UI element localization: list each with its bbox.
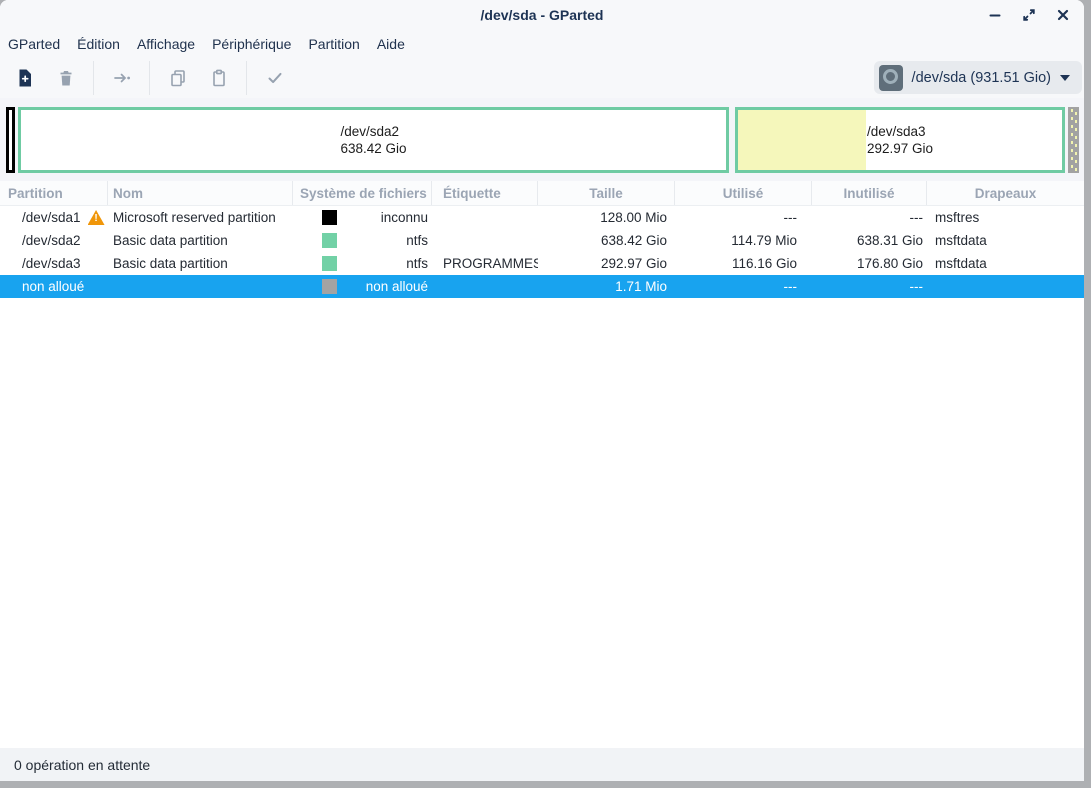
delete-partition-button[interactable] bbox=[45, 61, 86, 95]
chevron-down-icon bbox=[1060, 75, 1070, 81]
utilise-value: 114.79 Mio bbox=[675, 229, 812, 252]
table-row-sda3[interactable]: /dev/sda3 Basic data partition ntfs PROG… bbox=[0, 252, 1084, 275]
window-controls bbox=[986, 0, 1072, 30]
utilise-value: --- bbox=[675, 275, 812, 298]
filesystem-color-swatch bbox=[322, 279, 337, 294]
menu-affichage[interactable]: Affichage bbox=[129, 33, 203, 55]
menu-aide[interactable]: Aide bbox=[369, 33, 413, 55]
new-partition-icon bbox=[15, 68, 35, 88]
partition-label: Basic data partition bbox=[108, 233, 293, 248]
paste-icon bbox=[209, 68, 229, 88]
copy-icon bbox=[168, 68, 188, 88]
restore-button[interactable] bbox=[1020, 6, 1038, 24]
disk-visual-bar: /dev/sda2 638.42 Gio /dev/sda3 292.97 Gi… bbox=[0, 98, 1084, 181]
toolbar-separator bbox=[246, 61, 247, 95]
inutilise-value: 176.80 Gio bbox=[812, 252, 927, 275]
partition-label: Microsoft reserved partition bbox=[108, 210, 293, 225]
menubar: GParted Édition Affichage Périphérique P… bbox=[0, 30, 1084, 58]
partition-name: /dev/sda1 bbox=[22, 210, 81, 225]
column-header-partition[interactable]: Partition bbox=[0, 181, 108, 205]
partition-label: Basic data partition bbox=[108, 256, 293, 271]
menu-partition[interactable]: Partition bbox=[300, 33, 367, 55]
filesystem-color-swatch bbox=[322, 256, 337, 271]
partition-name: non alloué bbox=[22, 279, 84, 294]
filesystem-name: ntfs bbox=[337, 233, 428, 248]
disk-segment-label: /dev/sda3 292.97 Gio bbox=[867, 123, 933, 157]
warning-icon bbox=[88, 210, 105, 225]
column-header-filesystem[interactable]: Système de fichiers bbox=[293, 181, 432, 205]
disk-segment-sda3[interactable]: /dev/sda3 292.97 Gio bbox=[735, 107, 1065, 173]
menu-edition[interactable]: Édition bbox=[69, 33, 128, 55]
paste-partition-button[interactable] bbox=[198, 61, 239, 95]
column-header-utilise[interactable]: Utilisé bbox=[675, 181, 812, 205]
device-selector-label: /dev/sda (931.51 Gio) bbox=[912, 70, 1051, 86]
resize-move-icon bbox=[112, 68, 132, 88]
column-header-etiquette[interactable]: Étiquette bbox=[432, 181, 538, 205]
toolbar-separator bbox=[93, 61, 94, 95]
titlebar: /dev/sda - GParted bbox=[0, 0, 1084, 30]
drive-icon bbox=[879, 65, 903, 91]
taille-value: 638.42 Gio bbox=[538, 229, 675, 252]
filesystem-name: ntfs bbox=[337, 256, 428, 271]
utilise-value: 116.16 Gio bbox=[675, 252, 812, 275]
disk-segment-unallocated[interactable] bbox=[1068, 107, 1079, 173]
drapeaux-value: msftdata bbox=[927, 233, 1084, 248]
new-partition-button[interactable] bbox=[4, 61, 45, 95]
window-title: /dev/sda - GParted bbox=[481, 7, 604, 23]
gparted-window: /dev/sda - GParted GParted Édition Affic… bbox=[0, 0, 1084, 781]
filesystem-color-swatch bbox=[322, 233, 337, 248]
disk-segment-sda2[interactable]: /dev/sda2 638.42 Gio bbox=[18, 107, 729, 173]
taille-value: 292.97 Gio bbox=[538, 252, 675, 275]
minimize-button[interactable] bbox=[986, 6, 1004, 24]
filesystem-color-swatch bbox=[322, 210, 337, 225]
inutilise-value: --- bbox=[812, 206, 927, 229]
filesystem-name: inconnu bbox=[337, 210, 428, 225]
partition-name: /dev/sda3 bbox=[22, 256, 81, 271]
used-space-fill bbox=[738, 110, 866, 170]
taille-value: 1.71 Mio bbox=[538, 275, 675, 298]
column-header-taille[interactable]: Taille bbox=[538, 181, 675, 205]
column-header-inutilise[interactable]: Inutilisé bbox=[812, 181, 927, 205]
filesystem-name: non alloué bbox=[337, 279, 428, 294]
checkmark-icon bbox=[265, 68, 285, 88]
etiquette-value: PROGRAMMES bbox=[432, 256, 538, 271]
partition-table-header: Partition Nom Système de fichiers Étique… bbox=[0, 181, 1084, 206]
copy-partition-button[interactable] bbox=[157, 61, 198, 95]
taille-value: 128.00 Mio bbox=[538, 206, 675, 229]
device-selector[interactable]: /dev/sda (931.51 Gio) bbox=[874, 61, 1082, 94]
drapeaux-value: msftres bbox=[927, 210, 1084, 225]
utilise-value: --- bbox=[675, 206, 812, 229]
pending-operations-text: 0 opération en attente bbox=[14, 757, 150, 773]
column-header-nom[interactable]: Nom bbox=[108, 181, 293, 205]
disk-segment-sda1[interactable] bbox=[6, 107, 15, 173]
table-empty-area bbox=[0, 298, 1084, 748]
table-row-sda1[interactable]: /dev/sda1 Microsoft reserved partition i… bbox=[0, 206, 1084, 229]
partition-name: /dev/sda2 bbox=[22, 233, 81, 248]
column-header-drapeaux[interactable]: Drapeaux bbox=[927, 181, 1084, 205]
drapeaux-value: msftdata bbox=[927, 256, 1084, 271]
trash-icon bbox=[56, 68, 76, 88]
inutilise-value: 638.31 Gio bbox=[812, 229, 927, 252]
menu-peripherique[interactable]: Périphérique bbox=[204, 33, 299, 55]
disk-segment-label: /dev/sda2 638.42 Gio bbox=[340, 123, 406, 157]
resize-move-button[interactable] bbox=[101, 61, 142, 95]
table-row-unallocated[interactable]: non alloué non alloué 1.71 Mio --- --- bbox=[0, 275, 1084, 298]
apply-operations-button[interactable] bbox=[254, 61, 295, 95]
close-button[interactable] bbox=[1054, 6, 1072, 24]
table-row-sda2[interactable]: /dev/sda2 Basic data partition ntfs 638.… bbox=[0, 229, 1084, 252]
menu-gparted[interactable]: GParted bbox=[8, 33, 68, 55]
statusbar: 0 opération en attente bbox=[0, 748, 1084, 781]
toolbar-separator bbox=[149, 61, 150, 95]
inutilise-value: --- bbox=[812, 275, 927, 298]
toolbar: /dev/sda (931.51 Gio) bbox=[0, 58, 1084, 98]
